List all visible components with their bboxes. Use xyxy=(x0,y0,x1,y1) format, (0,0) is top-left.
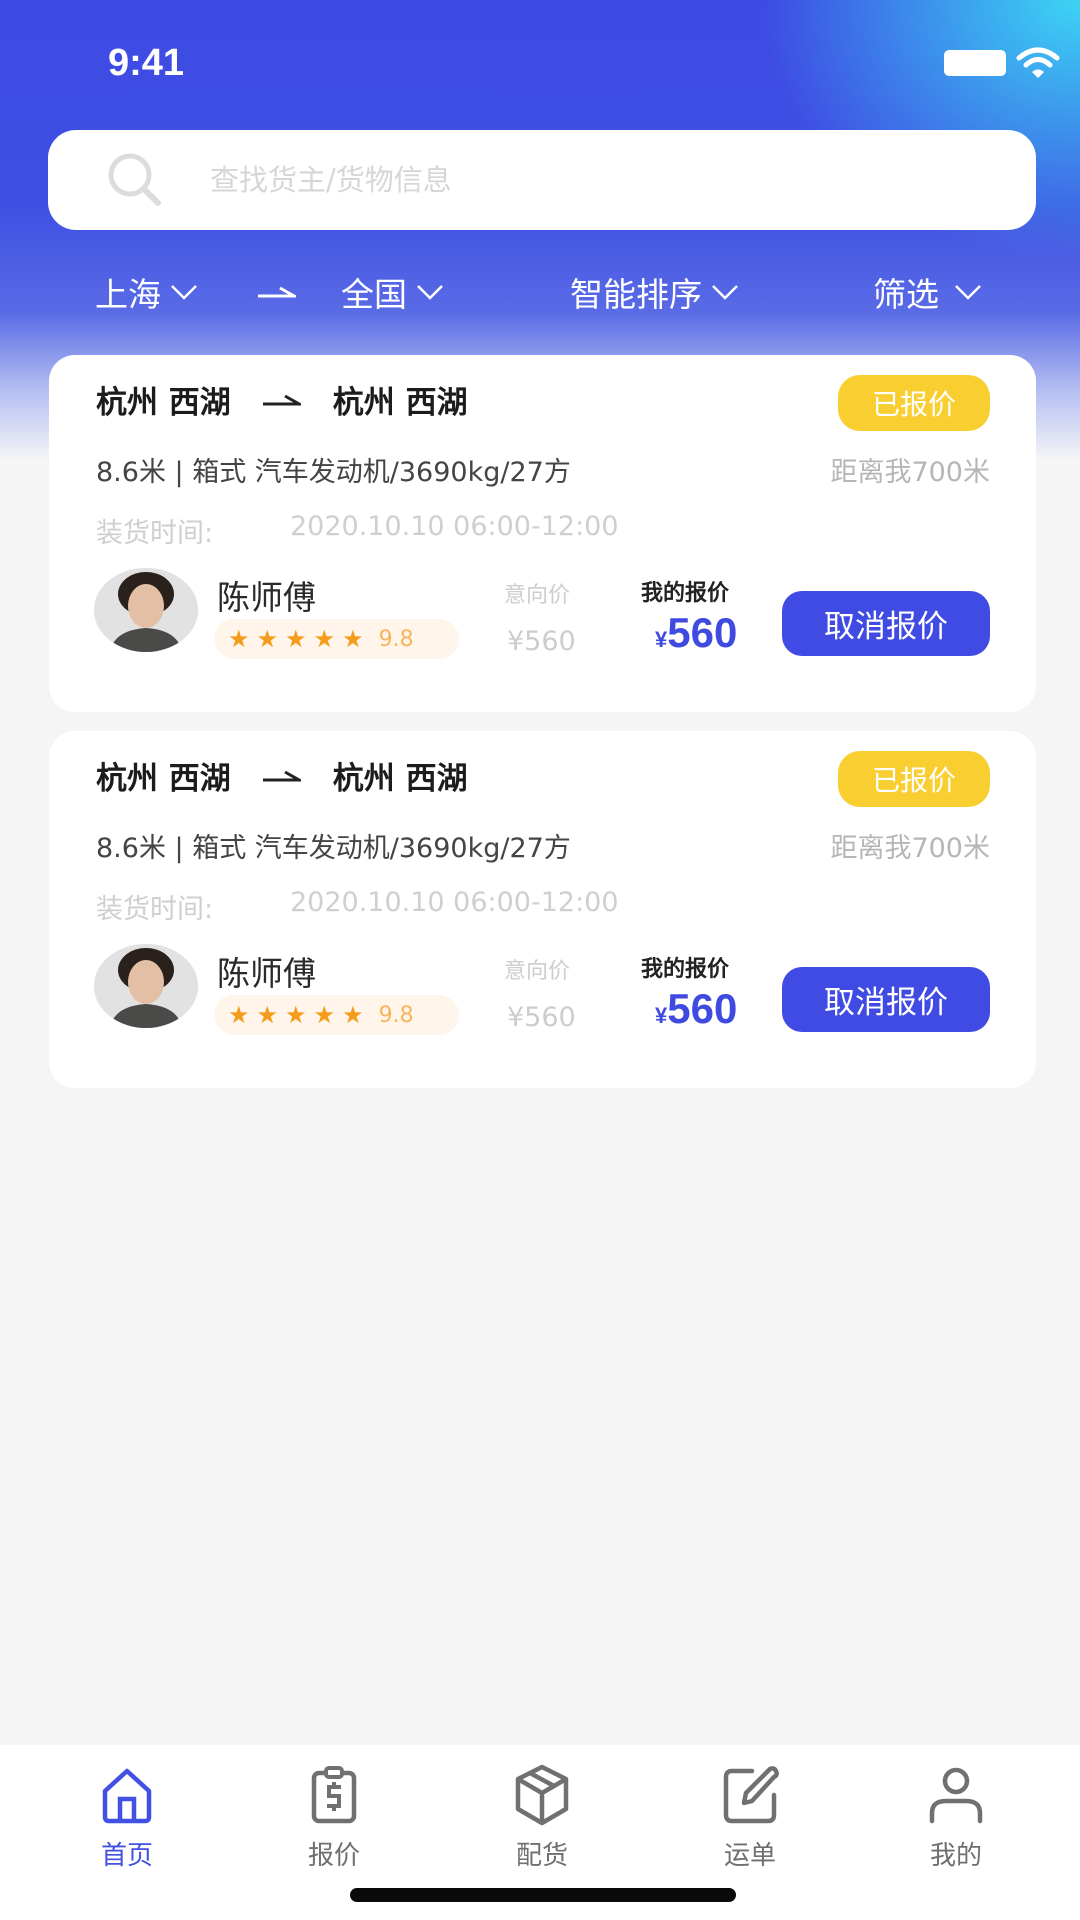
edit-waybill-icon xyxy=(723,1766,779,1824)
avatar xyxy=(94,944,198,1028)
user-icon xyxy=(929,1767,983,1824)
rating-score: 9.8 xyxy=(378,1002,414,1028)
route-arrow-icon xyxy=(262,770,301,781)
avatar xyxy=(94,568,198,652)
sort-label: 智能排序 xyxy=(570,275,702,314)
cargo-card[interactable]: 杭州 西湖 杭州 西湖 已报价 8.6米 | 箱式 汽车发动机/3690kg/2… xyxy=(49,731,1036,1088)
route: 杭州 西湖 杭州 西湖 xyxy=(96,377,468,422)
intent-price-label: 意向价 xyxy=(504,583,571,608)
star-icon: ★ xyxy=(228,1001,250,1029)
quote-clipboard-icon xyxy=(311,1766,357,1824)
filter-dropdown[interactable]: 筛选 xyxy=(873,268,983,316)
filter-row: 上海 全国 智能排序 筛选 xyxy=(0,268,1080,324)
route: 杭州 西湖 杭州 西湖 xyxy=(96,753,468,798)
chevron-down-icon xyxy=(417,285,443,300)
star-icon: ★ xyxy=(285,1001,307,1029)
star-icon: ★ xyxy=(313,625,336,653)
filter-label: 筛选 xyxy=(873,275,939,314)
wifi-icon xyxy=(1016,47,1060,78)
status-icons xyxy=(944,46,1060,80)
intent-price: ¥560 xyxy=(507,1002,576,1033)
home-indicator[interactable] xyxy=(350,1888,736,1902)
route-from: 杭州 西湖 xyxy=(96,761,231,797)
my-quote: ¥560 xyxy=(655,609,737,657)
intent-price-label: 意向价 xyxy=(504,959,571,984)
tab-label: 配货 xyxy=(515,1841,568,1871)
home-icon xyxy=(102,1768,152,1824)
distance: 距离我700米 xyxy=(830,833,990,864)
cargo-spec: 8.6米 | 箱式 汽车发动机/3690kg/27方 xyxy=(96,457,571,488)
star-icon: ★ xyxy=(342,625,364,653)
load-time: 2020.10.10 06:00-12:00 xyxy=(290,511,619,542)
load-time-label: 装货时间: xyxy=(96,894,214,925)
tab-waybill[interactable]: 运单 xyxy=(680,1763,820,1872)
route-to: 杭州 西湖 xyxy=(332,385,468,421)
search-bar[interactable] xyxy=(48,130,1036,230)
tab-mine[interactable]: 我的 xyxy=(886,1763,1026,1872)
origin-dropdown[interactable]: 上海 xyxy=(95,268,199,316)
chevron-down-icon xyxy=(955,285,981,300)
chevron-down-icon xyxy=(171,285,197,300)
status-bar: 9:41 xyxy=(0,0,1080,120)
currency-symbol: ¥ xyxy=(655,627,668,652)
driver-name: 陈师傅 xyxy=(217,954,316,993)
star-icon: ★ xyxy=(256,625,279,653)
load-time-label: 装货时间: xyxy=(96,518,214,549)
rating-score: 9.8 xyxy=(378,626,414,652)
status-badge: 已报价 xyxy=(838,375,990,431)
star-icon: ★ xyxy=(285,625,307,653)
my-quote: ¥560 xyxy=(655,985,737,1033)
route-arrow-icon xyxy=(258,286,296,298)
driver-name: 陈师傅 xyxy=(217,578,316,617)
tab-label: 我的 xyxy=(929,1841,982,1871)
my-quote-label: 我的报价 xyxy=(641,957,730,982)
package-box-icon xyxy=(515,1764,569,1826)
search-input[interactable] xyxy=(210,163,910,197)
tab-label: 运单 xyxy=(723,1841,776,1871)
tab-label: 首页 xyxy=(100,1841,153,1871)
sort-dropdown[interactable]: 智能排序 xyxy=(570,268,740,316)
destination-label: 全国 xyxy=(341,275,407,314)
currency-symbol: ¥ xyxy=(655,1003,668,1028)
cancel-quote-button[interactable]: 取消报价 xyxy=(782,591,990,656)
star-icon: ★ xyxy=(313,1001,336,1029)
chevron-down-icon xyxy=(712,285,738,300)
tab-quote[interactable]: 报价 xyxy=(264,1763,404,1872)
tab-home[interactable]: 首页 xyxy=(57,1763,197,1872)
cargo-card[interactable]: 杭州 西湖 杭州 西湖 已报价 8.6米 | 箱式 汽车发动机/3690kg/2… xyxy=(49,355,1036,712)
tab-label: 报价 xyxy=(307,1841,360,1871)
status-time: 9:41 xyxy=(108,42,185,84)
star-icon: ★ xyxy=(342,1001,364,1029)
origin-label: 上海 xyxy=(95,275,161,314)
my-quote-amount: 560 xyxy=(667,609,738,656)
route-arrow-icon xyxy=(262,394,301,405)
tab-dispatch[interactable]: 配货 xyxy=(472,1763,612,1872)
rating: ★ ★ ★ ★ ★ 9.8 xyxy=(214,619,459,659)
search-icon xyxy=(108,153,161,206)
route-to: 杭州 西湖 xyxy=(332,761,468,797)
distance: 距离我700米 xyxy=(830,457,990,488)
my-quote-label: 我的报价 xyxy=(641,581,730,606)
destination-dropdown[interactable]: 全国 xyxy=(341,268,445,316)
cancel-quote-button[interactable]: 取消报价 xyxy=(782,967,990,1032)
star-icon: ★ xyxy=(256,1001,279,1029)
intent-price: ¥560 xyxy=(507,626,576,657)
my-quote-amount: 560 xyxy=(667,985,738,1032)
battery-icon xyxy=(944,50,1006,76)
status-badge: 已报价 xyxy=(838,751,990,807)
load-time: 2020.10.10 06:00-12:00 xyxy=(290,887,619,918)
rating: ★ ★ ★ ★ ★ 9.8 xyxy=(214,995,459,1035)
route-from: 杭州 西湖 xyxy=(96,385,231,421)
cargo-spec: 8.6米 | 箱式 汽车发动机/3690kg/27方 xyxy=(96,833,571,864)
star-icon: ★ xyxy=(228,625,250,653)
